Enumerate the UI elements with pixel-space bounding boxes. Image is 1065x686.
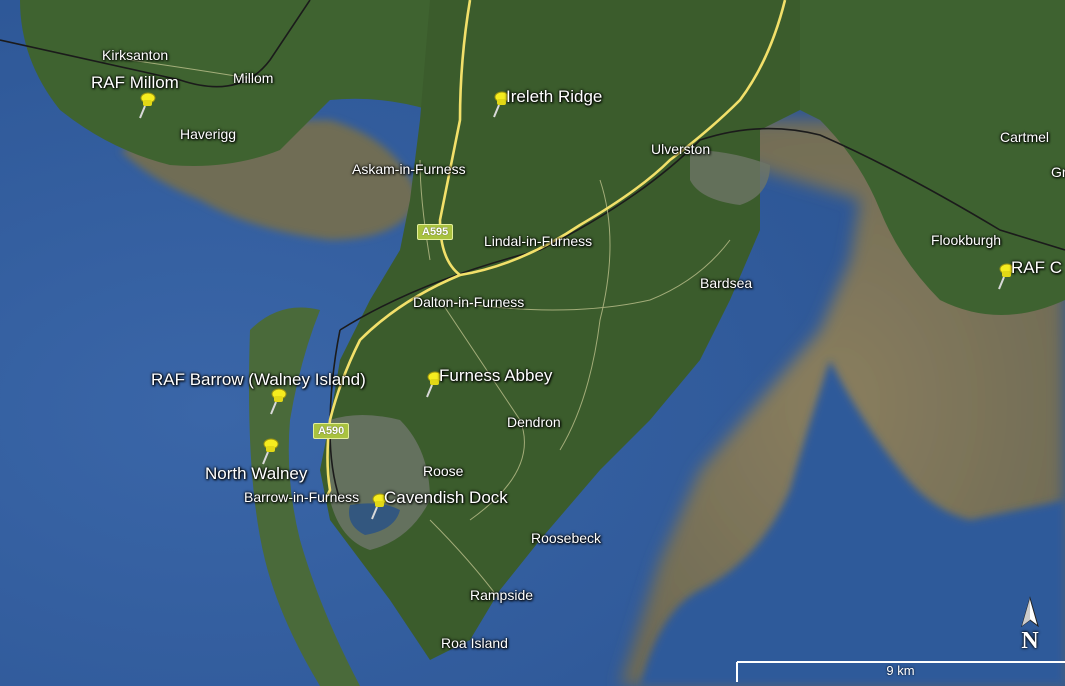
place-label-flookburgh: Flookburgh bbox=[931, 232, 1002, 248]
placemark-label-cavendish-dock[interactable]: Cavendish Dock bbox=[384, 488, 508, 508]
place-label-ulverston: Ulverston bbox=[651, 141, 711, 157]
placemark-label-ireleth-ridge[interactable]: Ireleth Ridge bbox=[506, 87, 602, 107]
north-compass[interactable]: N bbox=[1015, 596, 1045, 658]
place-label-cartmel: Cartmel bbox=[1000, 129, 1050, 145]
road-shield-a595: A595 bbox=[417, 224, 454, 240]
placemark-label-raf-barrow[interactable]: RAF Barrow (Walney Island) bbox=[151, 370, 366, 390]
place-label-dalton: Dalton-in-Furness bbox=[413, 294, 525, 310]
placemark-label-north-walney[interactable]: North Walney bbox=[205, 464, 307, 484]
pushpin-icon[interactable] bbox=[257, 436, 281, 466]
place-label-roosebeck: Roosebeck bbox=[531, 530, 602, 546]
placemark-label-raf-cark[interactable]: RAF C bbox=[1011, 258, 1062, 278]
place-label-askam: Askam-in-Furness bbox=[352, 161, 466, 177]
place-label-barrow: Barrow-in-Furness bbox=[244, 489, 360, 505]
place-label-bardsea: Bardsea bbox=[700, 275, 753, 291]
placemark-label-raf-millom[interactable]: RAF Millom bbox=[91, 73, 179, 93]
placemark-label-furness-abbey[interactable]: Furness Abbey bbox=[439, 366, 552, 386]
place-label-millom: Millom bbox=[233, 70, 274, 86]
place-label-roose: Roose bbox=[423, 463, 464, 479]
scale-label: 9 km bbox=[886, 663, 915, 678]
pushpin-icon[interactable] bbox=[134, 90, 158, 120]
place-label-haverigg: Haverigg bbox=[180, 126, 237, 142]
place-label-rampside: Rampside bbox=[470, 587, 534, 603]
place-label-gr: Gr bbox=[1051, 164, 1065, 180]
north-label: N bbox=[1021, 628, 1039, 654]
place-label-roa-island: Roa Island bbox=[441, 635, 508, 651]
place-label-lindal: Lindal-in-Furness bbox=[484, 233, 593, 249]
scale-bar: 9 km bbox=[736, 660, 1065, 682]
pushpin-icon[interactable] bbox=[265, 386, 289, 416]
road-shield-a590: A590 bbox=[313, 423, 350, 439]
place-label-dendron: Dendron bbox=[507, 414, 561, 430]
place-label-kirksanton: Kirksanton bbox=[102, 47, 169, 63]
